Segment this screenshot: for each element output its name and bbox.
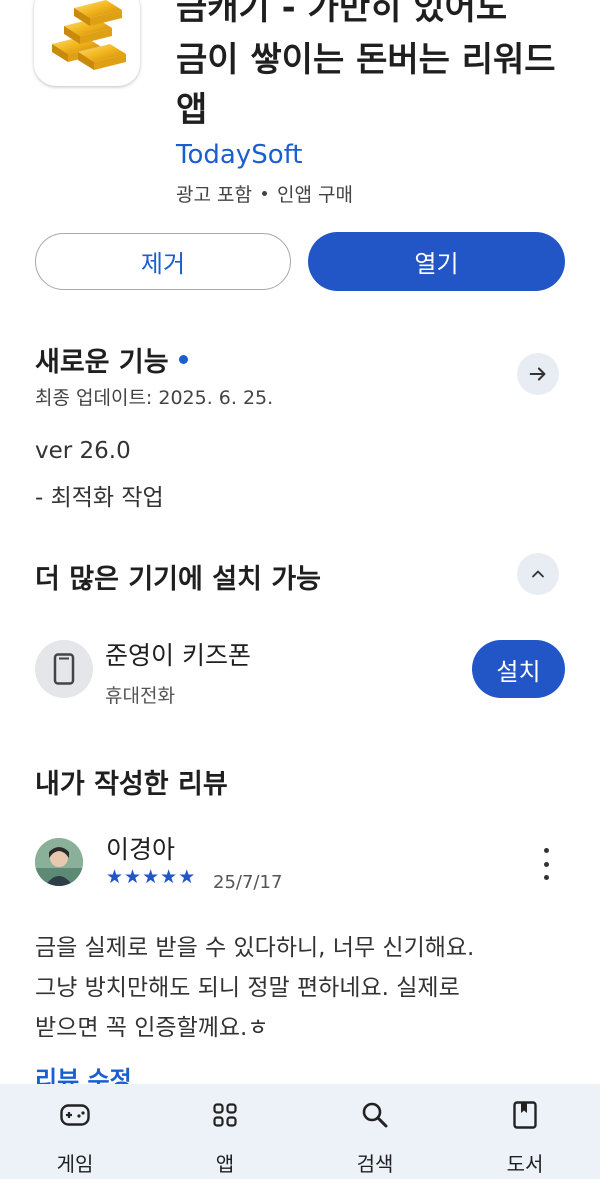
device-name: 준영이 키즈폰 xyxy=(105,641,251,670)
devices-heading: 더 많은 기기에 설치 가능 xyxy=(35,557,321,596)
more-options-icon[interactable] xyxy=(532,848,560,880)
remove-button[interactable]: 제거 xyxy=(35,233,291,290)
app-title-line-3: 앱 xyxy=(176,90,208,130)
star-icon: ★ xyxy=(106,866,124,888)
app-title-line-2: 금이 쌓이는 돈버는 리워드 xyxy=(176,40,556,80)
nav-item-books[interactable]: 도서 xyxy=(450,1084,600,1179)
star-rating: ★ ★ ★ ★ ★ xyxy=(106,866,195,888)
device-type: 휴대전화 xyxy=(105,685,175,707)
phone-icon xyxy=(35,640,93,698)
avatar xyxy=(35,838,83,886)
arrow-right-icon xyxy=(529,367,546,381)
devices-title: 더 많은 기기에 설치 가능 xyxy=(35,564,321,595)
nav-label: 게임 xyxy=(56,1152,94,1176)
iap-label: 인앱 구매 xyxy=(276,184,353,206)
gamepad-icon xyxy=(60,1100,90,1130)
nav-label: 앱 xyxy=(215,1152,235,1176)
apps-grid-icon xyxy=(210,1100,240,1130)
star-icon: ★ xyxy=(124,866,142,888)
developer-link[interactable]: TodaySoft xyxy=(176,140,303,170)
version-text: ver 26.0 xyxy=(35,438,131,464)
nav-label: 검색 xyxy=(356,1152,394,1176)
review-date: 25/7/17 xyxy=(213,872,283,893)
my-review-title: 내가 작성한 리뷰 xyxy=(35,769,228,800)
nav-item-search[interactable]: 검색 xyxy=(300,1084,450,1179)
review-text-line: 그냥 방치만해도 되니 정말 편하네요. 실제로 xyxy=(35,975,460,1001)
gold-bars-icon xyxy=(34,0,140,86)
nav-label: 도서 xyxy=(506,1152,544,1176)
ads-label: 광고 포함 xyxy=(176,184,252,206)
whats-new-title: 새로운 기능 xyxy=(35,347,169,378)
review-text-line: 받으면 꼭 인증할께요.ㅎ xyxy=(35,1015,269,1041)
star-icon: ★ xyxy=(142,866,160,888)
app-meta: 광고 포함 인앱 구매 xyxy=(176,180,353,207)
book-icon xyxy=(510,1100,540,1130)
star-icon: ★ xyxy=(160,866,178,888)
whats-new-arrow-button[interactable] xyxy=(517,353,559,395)
separator-dot xyxy=(261,191,267,196)
star-icon: ★ xyxy=(178,866,196,888)
nav-item-games[interactable]: 게임 xyxy=(0,1084,150,1179)
chevron-up-icon xyxy=(532,570,544,578)
nav-item-apps[interactable]: 앱 xyxy=(150,1084,300,1179)
collapse-devices-button[interactable] xyxy=(517,553,559,595)
last-updated: 최종 업데이트: 2025. 6. 25. xyxy=(35,387,274,409)
new-indicator-dot xyxy=(178,355,188,364)
reviewer-name: 이경아 xyxy=(106,835,176,864)
search-icon xyxy=(360,1100,390,1130)
whats-new-heading[interactable]: 새로운 기능 xyxy=(35,340,188,379)
my-review-heading: 내가 작성한 리뷰 xyxy=(35,762,228,801)
review-text-line: 금을 실제로 받을 수 있다하니, 너무 신기해요. xyxy=(35,935,475,961)
install-button[interactable]: 설치 xyxy=(472,640,565,698)
app-header: 금캐기 - 가만히 있어도 금이 쌓이는 돈버는 리워드 앱 TodaySoft… xyxy=(0,0,600,220)
release-notes: - 최적화 작업 xyxy=(35,485,164,511)
bottom-nav: 게임 앱 검색 도서 xyxy=(0,1084,600,1179)
open-button[interactable]: 열기 xyxy=(308,232,565,291)
app-title-line-1: 금캐기 - 가만히 있어도 xyxy=(176,0,508,28)
